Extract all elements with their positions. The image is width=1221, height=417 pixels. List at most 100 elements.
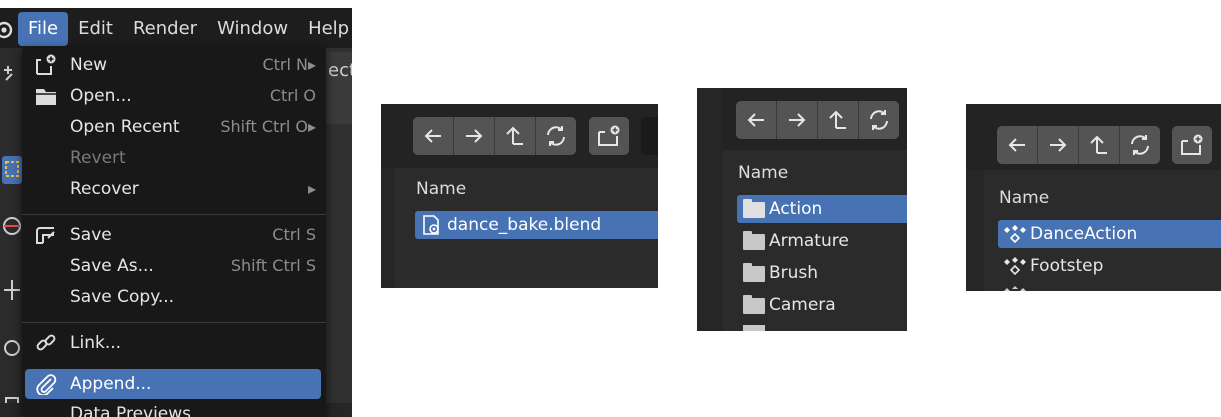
- submenu-arrow-icon: ▸: [307, 179, 316, 198]
- forward-button[interactable]: [1038, 126, 1079, 164]
- menu-item-new[interactable]: New Ctrl N▸: [22, 50, 326, 80]
- menubar: File Edit Render Window Help: [18, 8, 352, 48]
- folder-icon: [743, 231, 765, 251]
- folder-icon: [743, 295, 765, 315]
- menu-item-save-as[interactable]: Save As... Shift Ctrl S: [22, 251, 326, 281]
- shortcut-text: Ctrl O: [269, 86, 316, 105]
- folder-row-brush[interactable]: Brush: [737, 259, 907, 287]
- menu-item-label: Open Recent: [70, 117, 180, 137]
- refresh-icon: [547, 126, 565, 146]
- save-icon: [36, 227, 55, 244]
- action-row-label: Footstep: [1030, 256, 1104, 276]
- action-icon: [1004, 286, 1026, 291]
- file-dropdown-menu: New Ctrl N▸ Open... Ctrl O Open Recent S…: [22, 46, 326, 417]
- menu-item-data-previews[interactable]: Data Previews: [22, 405, 326, 417]
- submenu-arrow-icon: ▸: [307, 117, 316, 136]
- menu-item-append[interactable]: Append...: [25, 369, 321, 399]
- arrow-up-icon: [506, 126, 523, 145]
- file-browser-blend: Name dance_bake.blend: [381, 104, 658, 288]
- menu-render[interactable]: Render: [123, 8, 207, 48]
- menu-item-open-recent[interactable]: Open Recent Shift Ctrl O▸: [22, 112, 326, 142]
- menu-separator: [22, 214, 326, 215]
- back-button[interactable]: [736, 101, 777, 139]
- behind-header-text: ect: [328, 60, 352, 81]
- column-header-name[interactable]: Name: [738, 163, 788, 183]
- file-row-label: dance_bake.blend: [447, 215, 602, 235]
- action-row-label: DanceAction: [1030, 224, 1138, 244]
- refresh-button[interactable]: [859, 101, 899, 139]
- arrow-right-icon: [789, 113, 806, 127]
- menu-item-label: Append...: [70, 374, 152, 394]
- folder-row-camera[interactable]: Camera: [737, 291, 907, 319]
- forward-button[interactable]: [777, 101, 818, 139]
- paperclip-icon: [36, 374, 57, 395]
- folder-icon: [743, 325, 765, 331]
- arrow-left-icon: [747, 113, 764, 127]
- select-box-tool-icon[interactable]: [2, 156, 22, 184]
- folder-icon: [743, 263, 765, 283]
- menu-help[interactable]: Help: [298, 8, 352, 48]
- arrow-left-icon: [1008, 138, 1025, 152]
- folder-icon: [743, 199, 765, 219]
- folder-icon: [36, 89, 56, 105]
- forward-button[interactable]: [454, 117, 495, 155]
- menu-item-label: Save: [70, 225, 112, 245]
- folder-row-label: Action: [769, 199, 823, 219]
- new-directory-button[interactable]: [589, 117, 629, 155]
- menu-item-label: Open...: [70, 86, 132, 106]
- refresh-button[interactable]: [1120, 126, 1160, 164]
- menu-window[interactable]: Window: [207, 8, 298, 48]
- folder-row-action[interactable]: Action: [737, 195, 907, 223]
- action-row-danceaction[interactable]: DanceAction: [998, 220, 1221, 248]
- new-file-icon: [36, 54, 56, 75]
- menu-item-label: Save As...: [70, 256, 154, 276]
- refresh-icon: [870, 110, 888, 130]
- action-row-footstep[interactable]: Footstep: [998, 252, 1218, 280]
- side-strip: [966, 170, 984, 291]
- nav-buttons: [997, 126, 1160, 164]
- action-icon: [1004, 257, 1026, 276]
- menu-item-save[interactable]: Save Ctrl S: [22, 220, 326, 250]
- column-header-name[interactable]: Name: [999, 188, 1049, 208]
- arrow-up-icon: [829, 110, 846, 129]
- parent-directory-button[interactable]: [1079, 126, 1120, 164]
- folder-row-armature[interactable]: Armature: [737, 227, 907, 255]
- column-header-name[interactable]: Name: [416, 179, 466, 199]
- submenu-arrow-icon: ▸: [307, 55, 316, 74]
- file-menu-panel: File Edit Render Window Help ect New Ctr…: [0, 8, 352, 417]
- path-field[interactable]: [641, 117, 658, 155]
- blend-file-icon: [423, 215, 439, 235]
- back-button[interactable]: [413, 117, 454, 155]
- refresh-icon: [1131, 135, 1149, 155]
- menu-item-open[interactable]: Open... Ctrl O: [22, 81, 326, 111]
- refresh-button[interactable]: [536, 117, 576, 155]
- menu-item-label: Revert: [70, 148, 126, 168]
- side-strip: [697, 88, 723, 331]
- folder-row-label: Camera: [769, 295, 836, 315]
- menu-item-save-copy[interactable]: Save Copy...: [22, 282, 326, 312]
- back-button[interactable]: [997, 126, 1038, 164]
- menu-item-label: Save Copy...: [70, 287, 175, 307]
- file-browser-datablocks: Name Action Armature Brush Camera: [697, 88, 907, 331]
- menu-item-recover[interactable]: Recover ▸: [22, 174, 326, 204]
- menu-item-link[interactable]: Link...: [22, 328, 326, 358]
- new-directory-button[interactable]: [1172, 126, 1212, 164]
- toolbar-strip: [0, 48, 24, 417]
- menu-item-label: New: [70, 55, 108, 75]
- rotate-tool-icon[interactable]: [2, 334, 22, 362]
- folder-row-label: Brush: [769, 263, 819, 283]
- parent-directory-button[interactable]: [818, 101, 859, 139]
- tool-icon[interactable]: [2, 62, 22, 90]
- cursor-tool-icon[interactable]: [2, 212, 22, 240]
- menu-edit[interactable]: Edit: [68, 8, 123, 48]
- menu-file[interactable]: File: [18, 12, 69, 46]
- blender-logo-icon[interactable]: [0, 20, 14, 40]
- file-row[interactable]: dance_bake.blend: [415, 211, 658, 239]
- move-tool-icon[interactable]: [2, 276, 22, 304]
- menu-item-label: Link...: [70, 333, 122, 353]
- menu-item-label: Data Previews: [70, 405, 192, 417]
- file-browser-actions: Name DanceAction Footstep: [966, 104, 1221, 291]
- shortcut-text: Ctrl N▸: [262, 55, 316, 74]
- new-folder-icon: [598, 125, 620, 146]
- parent-directory-button[interactable]: [495, 117, 536, 155]
